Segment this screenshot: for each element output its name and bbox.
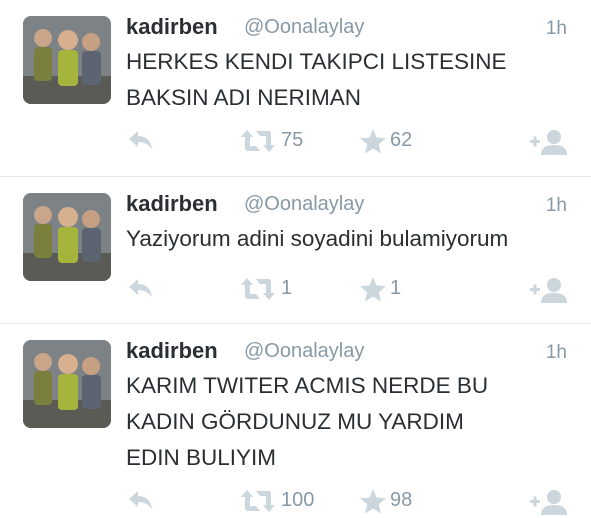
display-name[interactable]: kadirben [126,338,218,364]
tweet-actions: 75 62 [0,126,591,156]
tweet-header: kadirben @Oonalaylay 1h [126,14,591,44]
avatar[interactable] [23,16,111,104]
retweet-icon[interactable] [240,128,276,154]
follow-user-icon[interactable] [530,276,570,304]
tweet-actions: 1 1 [0,274,591,304]
favorite-count: 62 [390,129,413,151]
tweet[interactable]: kadirben @Oonalaylay 1h Yaziyorum adini … [0,177,591,323]
retweet-count: 75 [281,129,304,151]
user-handle[interactable]: @Oonalaylay [244,16,364,39]
follow-user-icon[interactable] [530,128,570,156]
user-handle[interactable]: @Oonalaylay [244,193,364,216]
star-icon[interactable] [359,128,387,155]
star-icon[interactable] [359,276,387,303]
tweet-text: KARIM TWITER ACMIS NERDE BU KADIN GÖRDUN… [126,373,489,470]
avatar[interactable] [23,193,111,281]
tweet-text: Yaziyorum adini soyadini bulamiyorum [126,226,509,251]
tweet-text: HERKES KENDI TAKIPCI LISTESINE BAKSIN AD… [126,49,507,110]
display-name[interactable]: kadirben [126,191,218,217]
tweet-actions: 100 98 [0,486,591,516]
user-handle[interactable]: @Oonalaylay [244,340,364,363]
follow-user-icon[interactable] [530,488,570,516]
reply-icon[interactable] [127,276,155,300]
retweet-icon[interactable] [240,276,276,302]
tweet-header: kadirben @Oonalaylay 1h [126,338,591,368]
timestamp[interactable]: 1h [546,342,567,364]
timestamp[interactable]: 1h [546,195,567,217]
favorite-count: 1 [390,277,402,299]
tweet-header: kadirben @Oonalaylay 1h [126,191,591,221]
tweet-feed: kadirben @Oonalaylay 1h HERKES KENDI TAK… [0,0,591,518]
reply-icon[interactable] [127,488,155,512]
reply-icon[interactable] [127,128,155,152]
favorite-count: 98 [390,489,413,511]
retweet-count: 100 [281,489,315,511]
display-name[interactable]: kadirben [126,14,218,40]
timestamp[interactable]: 1h [546,18,567,40]
tweet[interactable]: kadirben @Oonalaylay 1h KARIM TWITER ACM… [0,324,591,518]
retweet-icon[interactable] [240,488,276,514]
tweet[interactable]: kadirben @Oonalaylay 1h HERKES KENDI TAK… [0,0,591,176]
avatar[interactable] [23,340,111,428]
star-icon[interactable] [359,488,387,515]
retweet-count: 1 [281,277,293,299]
